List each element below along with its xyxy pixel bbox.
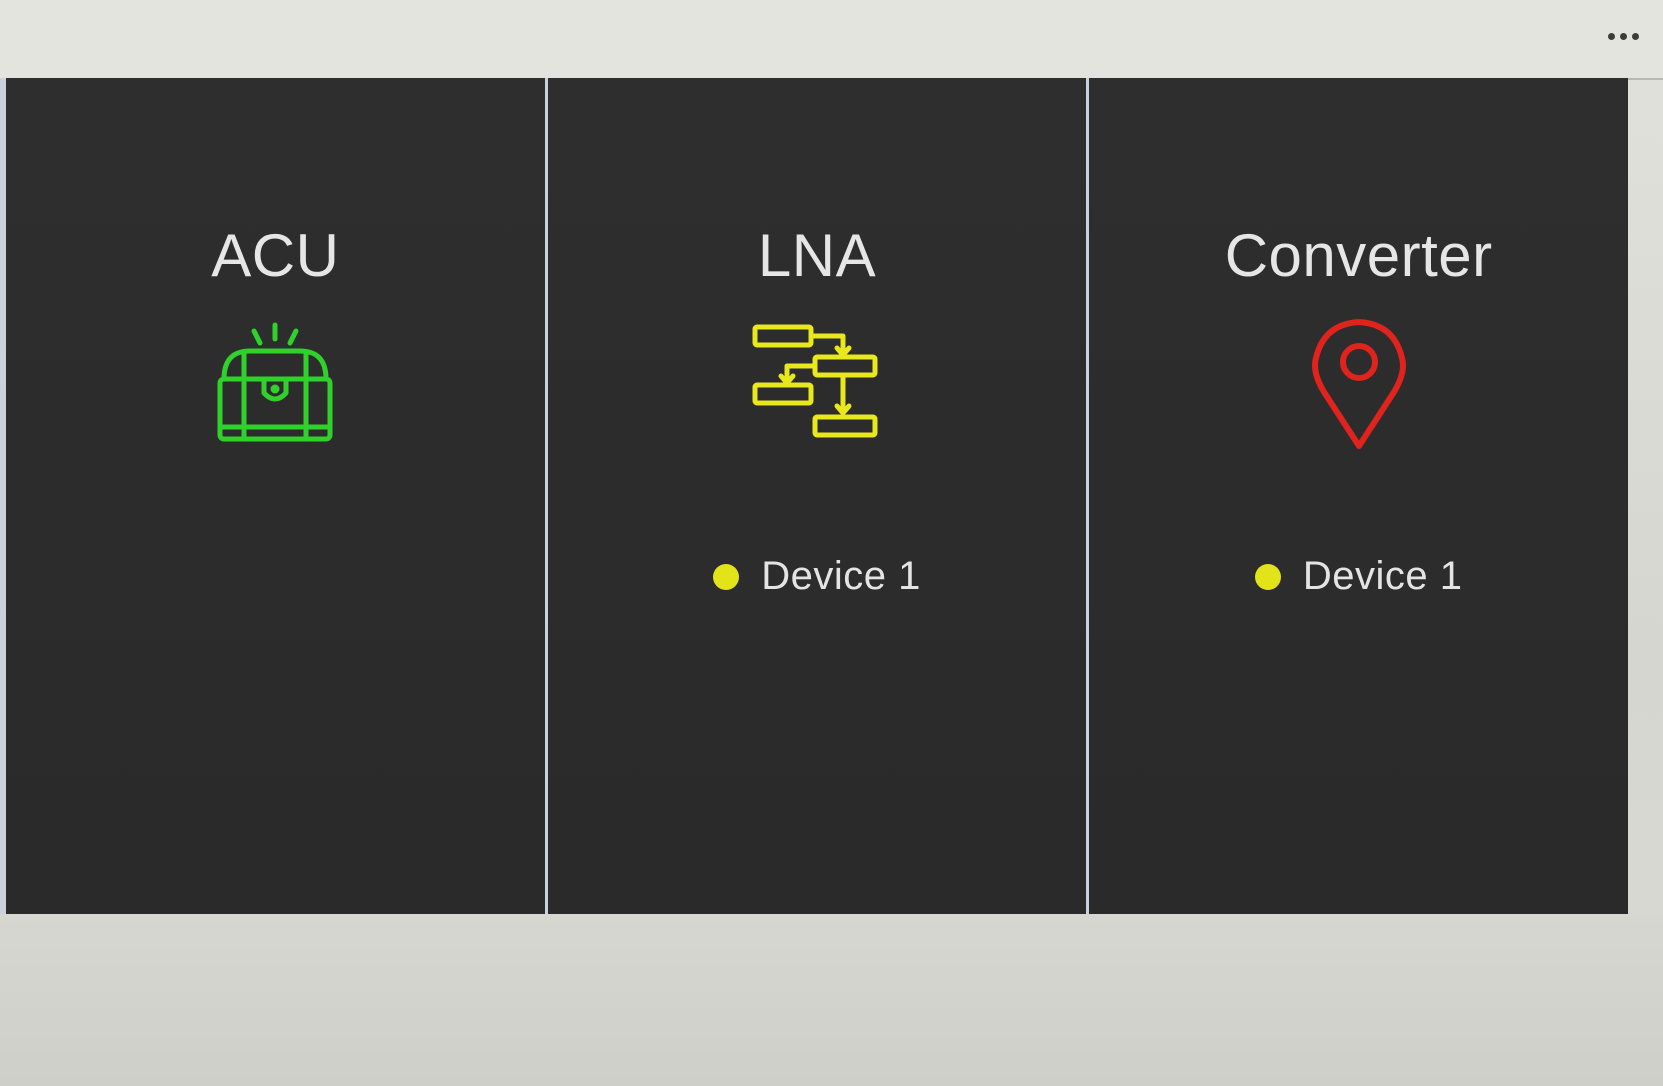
device-tiles: ACU LNA Device 1 Converter Device 1 — [0, 78, 1629, 914]
more-options-button[interactable] — [1595, 20, 1651, 52]
more-dot — [1619, 32, 1627, 40]
tile-title: LNA — [757, 222, 877, 289]
device-status-row[interactable]: Device 1 — [713, 554, 921, 599]
tile-acu[interactable]: ACU — [0, 78, 548, 914]
tile-lna[interactable]: LNA Device 1 — [547, 78, 1090, 914]
dashboard-screen: ACU LNA Device 1 Converter Device 1 — [0, 0, 1663, 1086]
top-toolbar — [0, 0, 1663, 80]
more-dot — [1631, 32, 1639, 40]
tile-title: ACU — [211, 222, 340, 289]
tile-converter[interactable]: Converter Device 1 — [1089, 78, 1629, 914]
map-pin-icon — [1284, 314, 1434, 454]
status-indicator — [713, 563, 740, 590]
device-label: Device 1 — [761, 554, 921, 598]
flowchart-icon — [742, 314, 892, 454]
device-status-row[interactable]: Device 1 — [1254, 554, 1463, 599]
device-label: Device 1 — [1302, 554, 1463, 598]
empty-content-area — [0, 914, 1663, 1086]
status-indicator — [1254, 563, 1281, 590]
tile-title: Converter — [1224, 222, 1493, 289]
more-horizontal-icon — [1607, 32, 1615, 40]
treasure-chest-icon — [200, 314, 350, 454]
